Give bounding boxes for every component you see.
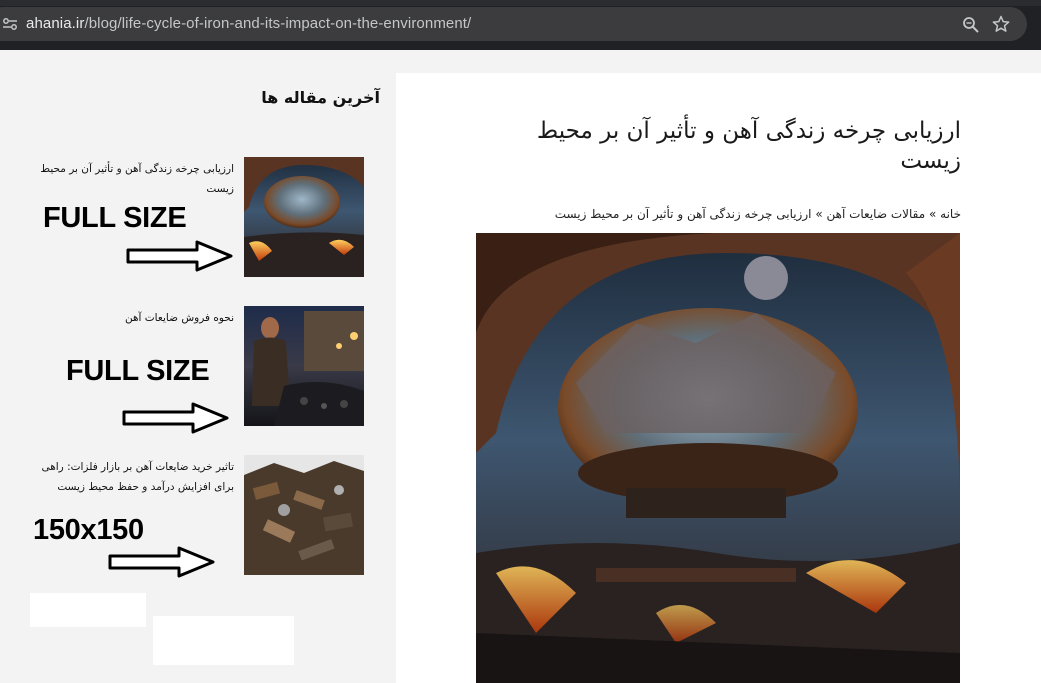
breadcrumb-home[interactable]: خانه bbox=[940, 207, 961, 221]
arrow-right-icon bbox=[126, 240, 233, 272]
site-info-icon[interactable] bbox=[2, 16, 18, 32]
post-title[interactable]: تاثیر خرید ضایعات آهن بر بازار فلزات: را… bbox=[34, 457, 234, 497]
breadcrumb-current: ارزیابی چرخه زندگی آهن و تأثیر آن بر محی… bbox=[554, 207, 812, 221]
breadcrumb-category[interactable]: مقالات ضایعات آهن bbox=[826, 207, 925, 221]
url-path: /blog/life-cycle-of-iron-and-its-impact-… bbox=[84, 15, 472, 32]
page: ارزیابی چرخه زندگی آهن و تأثیر آن بر محی… bbox=[0, 50, 1041, 683]
annotation-label: 150x150 bbox=[33, 514, 144, 546]
breadcrumb: خانه » مقالات ضایعات آهن » ارزیابی چرخه … bbox=[555, 207, 961, 221]
annotation-label: FULL SIZE bbox=[66, 355, 210, 387]
breadcrumb-separator: » bbox=[928, 207, 937, 221]
browser-toolbar: ahania.ir/blog/life-cycle-of-iron-and-it… bbox=[0, 0, 1041, 50]
post-thumbnail[interactable] bbox=[244, 455, 364, 575]
post-thumbnail[interactable] bbox=[244, 306, 364, 426]
annotation-label: FULL SIZE bbox=[43, 202, 187, 234]
blank-placeholder bbox=[153, 616, 294, 665]
post-title[interactable]: نحوه فروش ضایعات آهن bbox=[34, 308, 234, 328]
sidebar-title: آخرین مقاله ها bbox=[261, 88, 380, 107]
article-title: ارزیابی چرخه زندگی آهن و تأثیر آن بر محی… bbox=[536, 118, 961, 174]
post-thumbnail[interactable] bbox=[244, 157, 364, 277]
address-bar[interactable]: ahania.ir/blog/life-cycle-of-iron-and-it… bbox=[0, 7, 1027, 41]
arrow-right-icon bbox=[108, 546, 215, 578]
featured-image bbox=[476, 233, 960, 683]
post-title[interactable]: ارزیابی چرخه زندگی آهن و تأثیر آن بر محی… bbox=[34, 159, 234, 199]
url-text[interactable]: ahania.ir/blog/life-cycle-of-iron-and-it… bbox=[26, 15, 471, 32]
arrow-right-icon bbox=[122, 402, 229, 434]
url-host: ahania.ir bbox=[26, 15, 85, 32]
breadcrumb-separator: » bbox=[815, 207, 823, 221]
bookmark-star-icon[interactable] bbox=[992, 15, 1010, 33]
blank-placeholder bbox=[30, 593, 146, 627]
tab-strip bbox=[0, 0, 1041, 6]
zoom-icon[interactable] bbox=[962, 16, 980, 34]
